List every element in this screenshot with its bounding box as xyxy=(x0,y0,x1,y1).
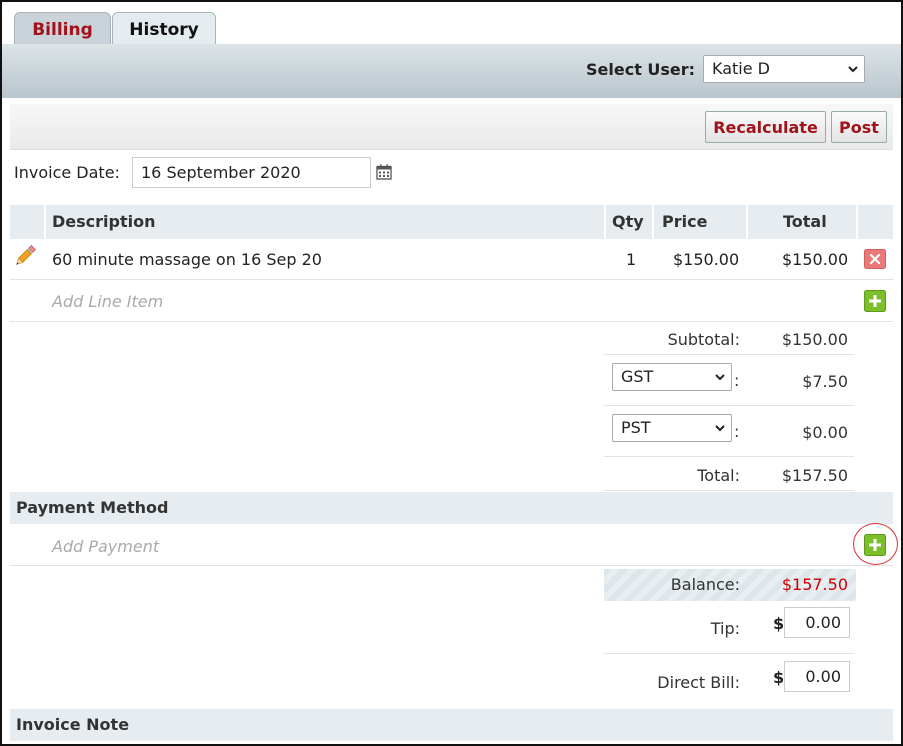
line-total: $150.00 xyxy=(782,250,849,269)
table-row: 60 minute massage on 16 Sep 20 1 $150.00… xyxy=(10,239,893,280)
tab-billing[interactable]: Billing xyxy=(14,12,111,46)
column-divider xyxy=(856,205,858,239)
invoice-date-input[interactable]: 16 September 2020 xyxy=(132,157,371,188)
header-total: Total xyxy=(783,212,827,231)
add-line-item-placeholder[interactable]: Add Line Item xyxy=(52,292,163,311)
tip-label: Tip: xyxy=(710,619,740,638)
invoice-date-label: Invoice Date: xyxy=(14,163,120,182)
divider xyxy=(604,653,854,654)
chevron-down-icon xyxy=(714,415,726,451)
column-divider xyxy=(44,205,46,239)
column-divider xyxy=(604,205,606,239)
highlight-circle xyxy=(853,523,898,565)
tax1-select-value: GST xyxy=(621,367,654,386)
add-payment-row: Add Payment xyxy=(10,524,893,566)
tax2-amount: $0.00 xyxy=(802,423,848,442)
line-description[interactable]: 60 minute massage on 16 Sep 20 xyxy=(52,250,322,269)
select-user-label: Select User: xyxy=(586,60,696,79)
user-select-value: Katie D xyxy=(712,59,770,78)
recalculate-button[interactable]: Recalculate xyxy=(705,111,826,143)
column-divider xyxy=(746,205,748,239)
subtotal-label: Subtotal: xyxy=(667,330,740,349)
billing-panel: Billing History Select User: Katie D Rec… xyxy=(0,0,903,746)
tax1-colon: : xyxy=(734,371,740,390)
divider xyxy=(604,490,854,491)
chevron-down-icon xyxy=(847,56,859,92)
divider xyxy=(604,354,854,355)
line-price: $150.00 xyxy=(673,250,740,269)
column-divider xyxy=(652,205,654,239)
tax2-select[interactable]: PST xyxy=(612,414,732,442)
tip-currency: $ xyxy=(773,614,785,633)
header-price: Price xyxy=(662,212,708,231)
tax1-select[interactable]: GST xyxy=(612,363,732,391)
invoice-note-header: Invoice Note xyxy=(10,709,893,741)
user-bar: Select User: Katie D xyxy=(2,44,901,98)
tip-input[interactable]: 0.00 xyxy=(784,607,850,638)
tax2-select-value: PST xyxy=(621,418,651,437)
tax2-colon: : xyxy=(734,422,740,441)
add-line-item-row: Add Line Item xyxy=(10,280,893,322)
header-description: Description xyxy=(52,212,156,231)
direct-bill-currency: $ xyxy=(773,668,785,687)
subtotal-value: $150.00 xyxy=(781,330,848,349)
line-items-header: Description Qty Price Total xyxy=(10,205,893,239)
post-button[interactable]: Post xyxy=(831,111,887,143)
total-value: $157.50 xyxy=(781,466,848,485)
tax1-amount: $7.50 xyxy=(802,372,848,391)
action-bar: Recalculate Post xyxy=(10,104,893,150)
divider xyxy=(604,456,854,457)
pencil-edit-icon[interactable] xyxy=(14,244,37,271)
chevron-down-icon xyxy=(714,364,726,400)
tab-history[interactable]: History xyxy=(112,12,216,46)
plus-icon[interactable] xyxy=(864,290,886,316)
balance-label: Balance: xyxy=(670,575,740,594)
add-payment-placeholder[interactable]: Add Payment xyxy=(52,537,159,556)
total-label: Total: xyxy=(697,466,740,485)
header-qty: Qty xyxy=(612,212,644,231)
payment-method-header: Payment Method xyxy=(10,492,893,524)
calendar-icon[interactable] xyxy=(376,164,392,180)
direct-bill-input[interactable]: 0.00 xyxy=(784,661,850,692)
line-qty: 1 xyxy=(626,250,637,269)
balance-value: $157.50 xyxy=(781,575,848,594)
user-select[interactable]: Katie D xyxy=(703,55,865,83)
divider xyxy=(604,405,854,406)
direct-bill-label: Direct Bill: xyxy=(657,673,740,692)
delete-icon[interactable] xyxy=(864,249,886,273)
